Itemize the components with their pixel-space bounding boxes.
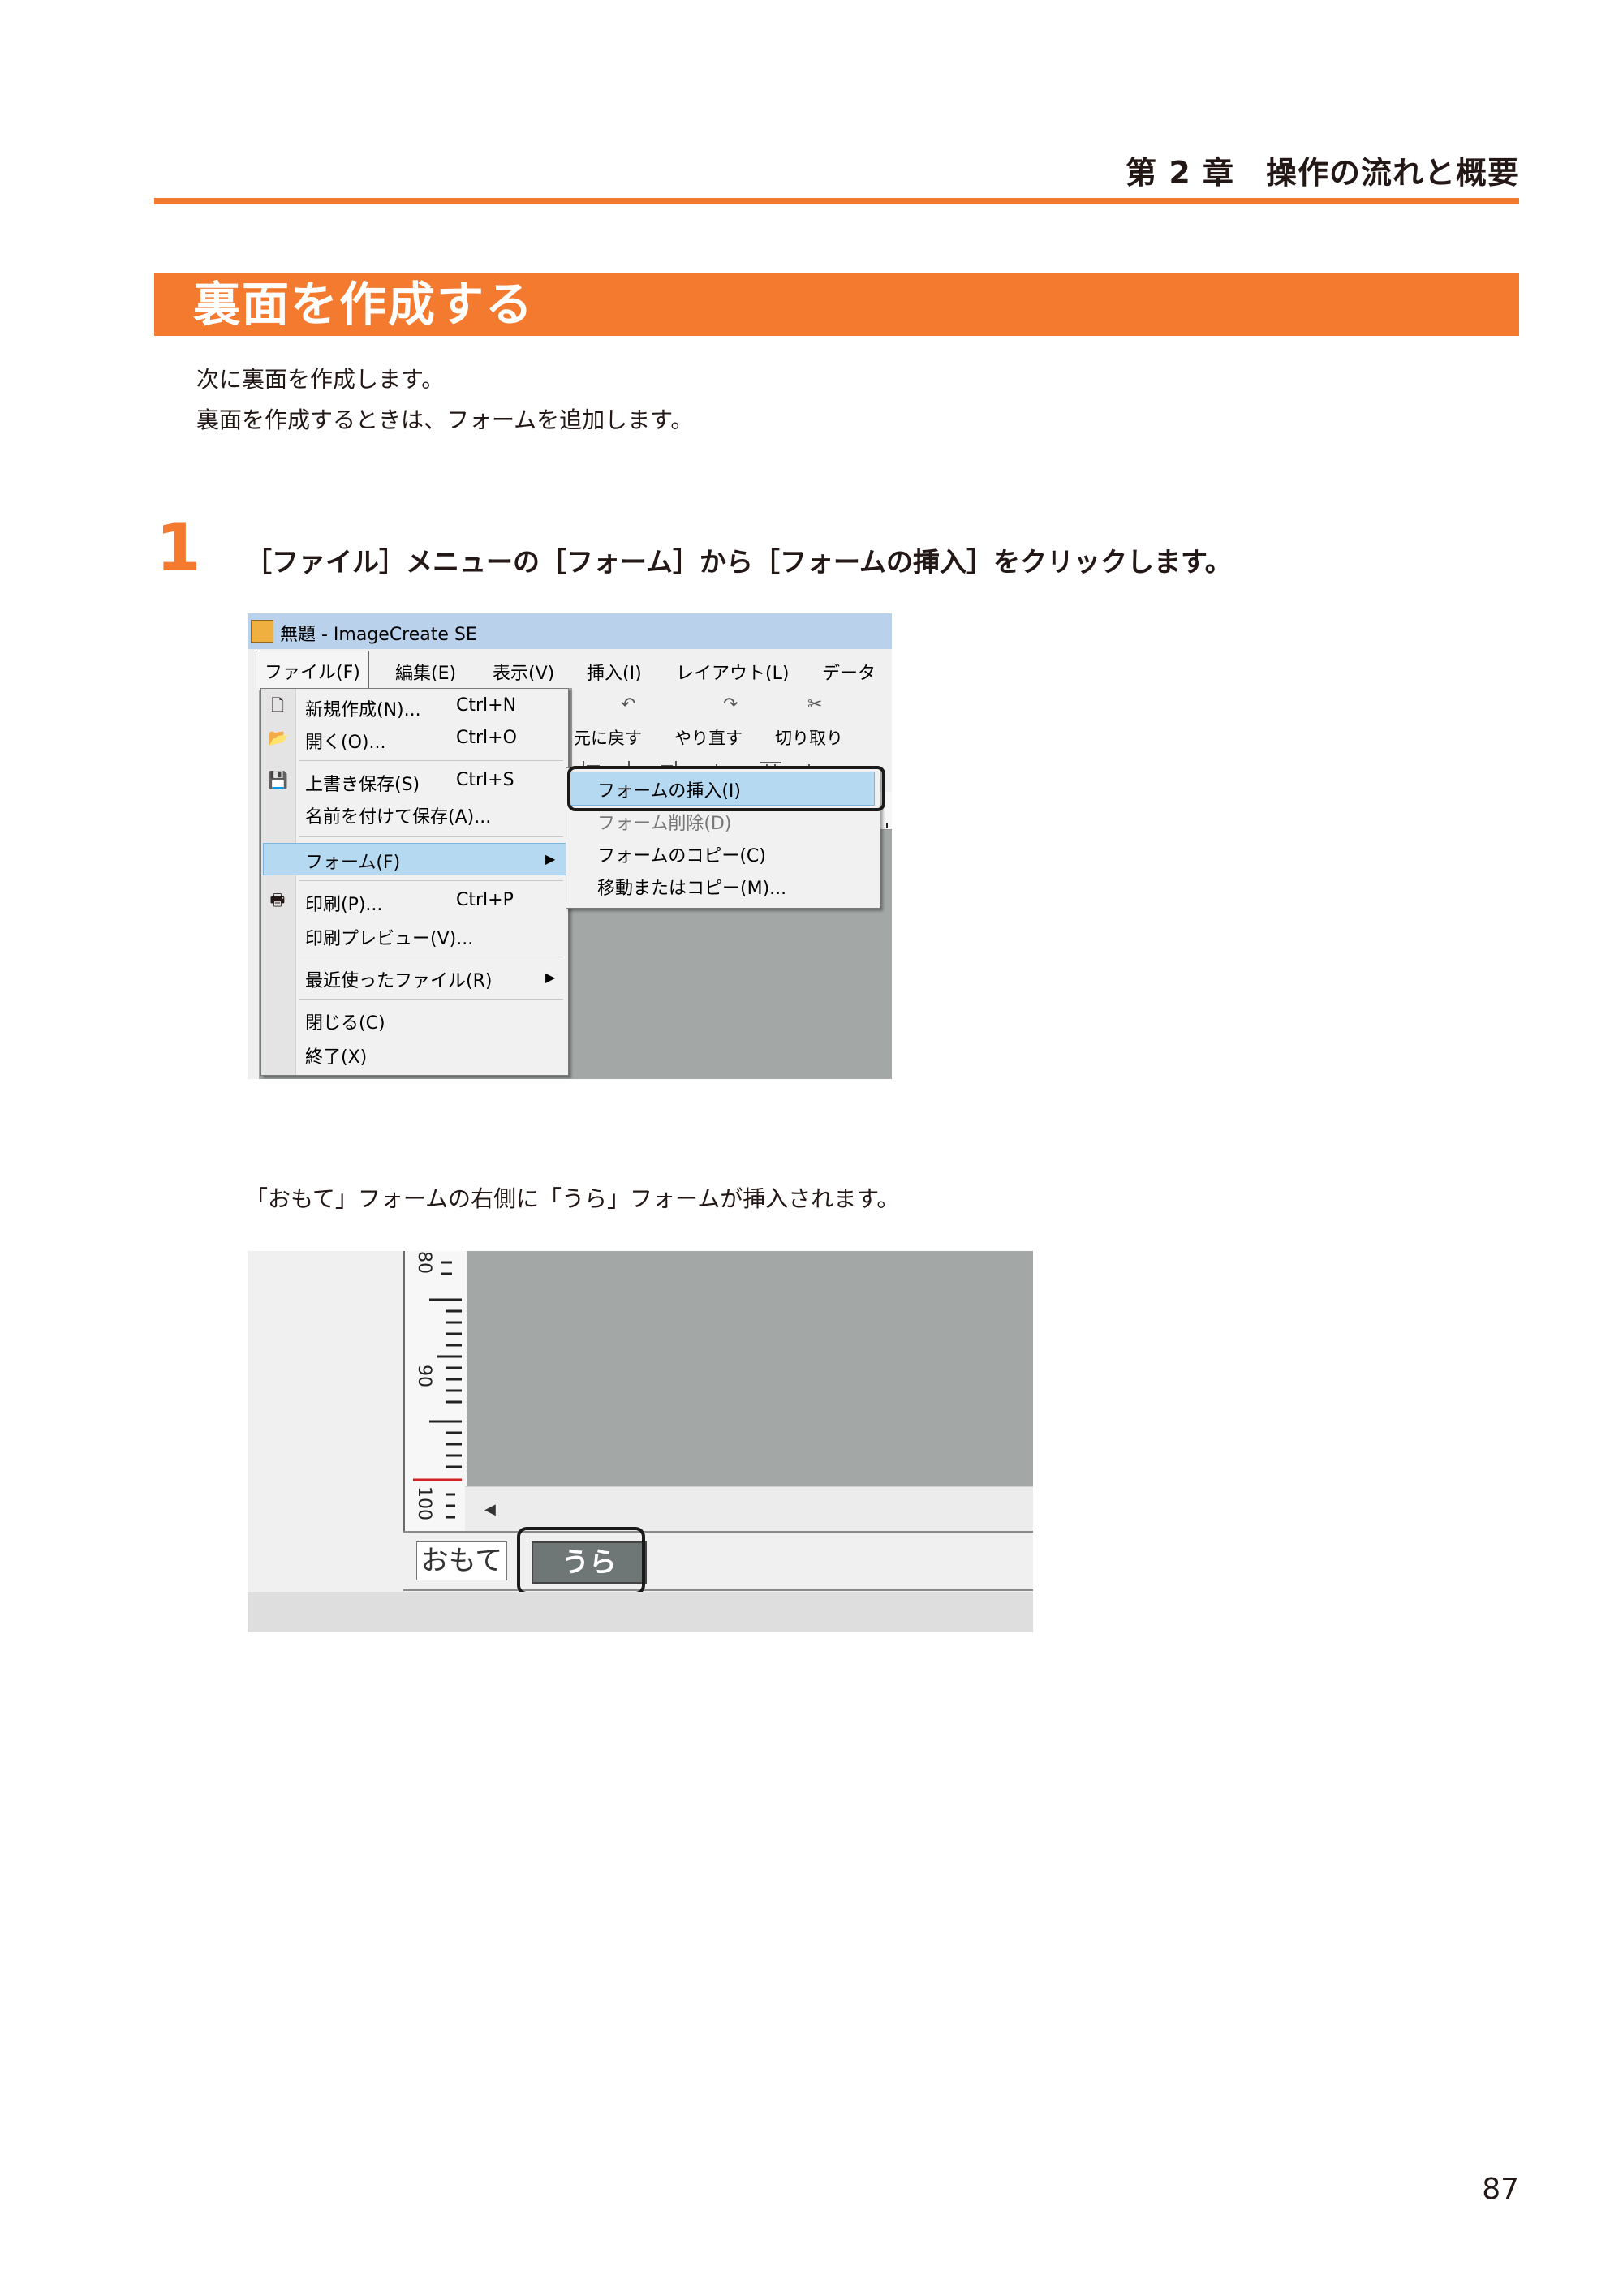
left-strip	[248, 688, 259, 1079]
submenu-item-move-copy[interactable]: 移動またはコピー(M)...	[597, 874, 786, 900]
scroll-left-arrow-icon[interactable]: ◀	[484, 1501, 496, 1518]
redo-icon[interactable]: ↷	[723, 694, 738, 715]
menu-separator	[299, 760, 563, 761]
ruler-label-90: 90	[414, 1365, 434, 1387]
menu-bar: ファイル(F) 編集(E) 表示(V) 挿入(I) レイアウト(L) データベ	[248, 649, 892, 710]
ruler-label-100: 100	[414, 1486, 434, 1520]
submenu-item-copy-form[interactable]: フォームのコピー(C)	[597, 841, 766, 867]
menu-item-print[interactable]: 印刷(P)...	[305, 890, 382, 916]
page-number: 87	[1482, 2173, 1519, 2206]
window-titlebar: 無題 - ImageCreate SE	[248, 613, 892, 649]
toolbar: ↶ 元に戻す ↷ やり直す ✂ 切り取り	[572, 688, 892, 754]
menu-item-new[interactable]: 新規作成(N)...	[305, 695, 421, 721]
menu-layout[interactable]: レイアウト(L)	[676, 659, 789, 685]
menu-file[interactable]: ファイル(F)	[256, 651, 369, 690]
section-title-bar: 裏面を作成する	[154, 273, 1519, 336]
shortcut-save: Ctrl+S	[456, 770, 514, 790]
menu-item-form[interactable]: フォーム(F)	[305, 848, 400, 874]
undo-button[interactable]: 元に戻す	[574, 725, 642, 750]
step-number: 1	[156, 510, 201, 586]
submenu-arrow-icon: ▶	[545, 970, 556, 985]
status-bar	[248, 1592, 1033, 1632]
section-title: 裏面を作成する	[193, 277, 535, 332]
menu-separator	[299, 999, 563, 1000]
printer-icon: 🖶	[269, 890, 286, 909]
undo-icon[interactable]: ↶	[621, 694, 635, 715]
canvas-area	[465, 1251, 1033, 1486]
callout-outline	[567, 766, 885, 811]
intro-text-1: 次に裏面を作成します。	[196, 366, 445, 393]
result-caption: 「おもて」フォームの右側に「うら」フォームが挿入されます。	[245, 1185, 900, 1212]
menu-edit[interactable]: 編集(E)	[395, 659, 456, 685]
vertical-ruler	[403, 1251, 467, 1531]
menu-item-recent-files[interactable]: 最近使ったファイル(R)	[305, 966, 492, 992]
new-document-icon: 🗋	[270, 695, 285, 715]
screenshot-file-menu: 無題 - ImageCreate SE ファイル(F) 編集(E) 表示(V) …	[248, 613, 892, 1079]
menu-item-print-preview[interactable]: 印刷プレビュー(V)...	[305, 924, 473, 950]
menu-item-exit[interactable]: 終了(X)	[305, 1043, 367, 1068]
submenu-arrow-icon: ▶	[545, 851, 556, 866]
file-menu-dropdown: 🗋 新規作成(N)... Ctrl+N 📂 開く(O)... Ctrl+O 💾 …	[260, 688, 569, 1076]
scissors-icon[interactable]: ✂	[807, 694, 822, 715]
shortcut-open: Ctrl+O	[456, 728, 517, 748]
menu-view[interactable]: 表示(V)	[493, 659, 554, 685]
ruler-label-80: 80	[414, 1251, 434, 1274]
menu-insert[interactable]: 挿入(I)	[587, 659, 642, 685]
window-title: 無題 - ImageCreate SE	[280, 625, 477, 645]
open-folder-icon: 📂	[268, 728, 288, 747]
intro-text-2: 裏面を作成するときは、フォームを追加します。	[196, 406, 694, 433]
chapter-heading: 第 2 章 操作の流れと概要	[1126, 155, 1519, 191]
step-instruction: ［ファイル］メニューの［フォーム］から［フォームの挿入］をクリックします。	[245, 546, 1232, 578]
chapter-rule	[154, 198, 1519, 204]
save-disk-icon: 💾	[268, 770, 288, 789]
menu-item-close[interactable]: 閉じる(C)	[305, 1008, 385, 1034]
tab-omote[interactable]: おもて	[416, 1541, 507, 1580]
menu-item-save[interactable]: 上書き保存(S)	[305, 770, 420, 796]
menu-separator	[299, 880, 563, 881]
menu-item-save-as[interactable]: 名前を付けて保存(A)...	[305, 802, 491, 828]
cut-button[interactable]: 切り取り	[775, 725, 843, 750]
redo-button[interactable]: やり直す	[674, 725, 743, 750]
menu-separator	[299, 836, 563, 837]
callout-outline	[517, 1527, 645, 1595]
menu-item-open[interactable]: 開く(O)...	[305, 728, 385, 754]
submenu-item-delete-form[interactable]: フォーム削除(D)	[597, 809, 731, 835]
screenshot-form-tabs: 80 90 100 ◀ おもて うら	[248, 1251, 1033, 1632]
app-icon	[251, 620, 273, 643]
shortcut-print: Ctrl+P	[456, 890, 514, 910]
horizontal-scrollbar[interactable]	[465, 1486, 1033, 1532]
shortcut-new: Ctrl+N	[456, 695, 517, 716]
